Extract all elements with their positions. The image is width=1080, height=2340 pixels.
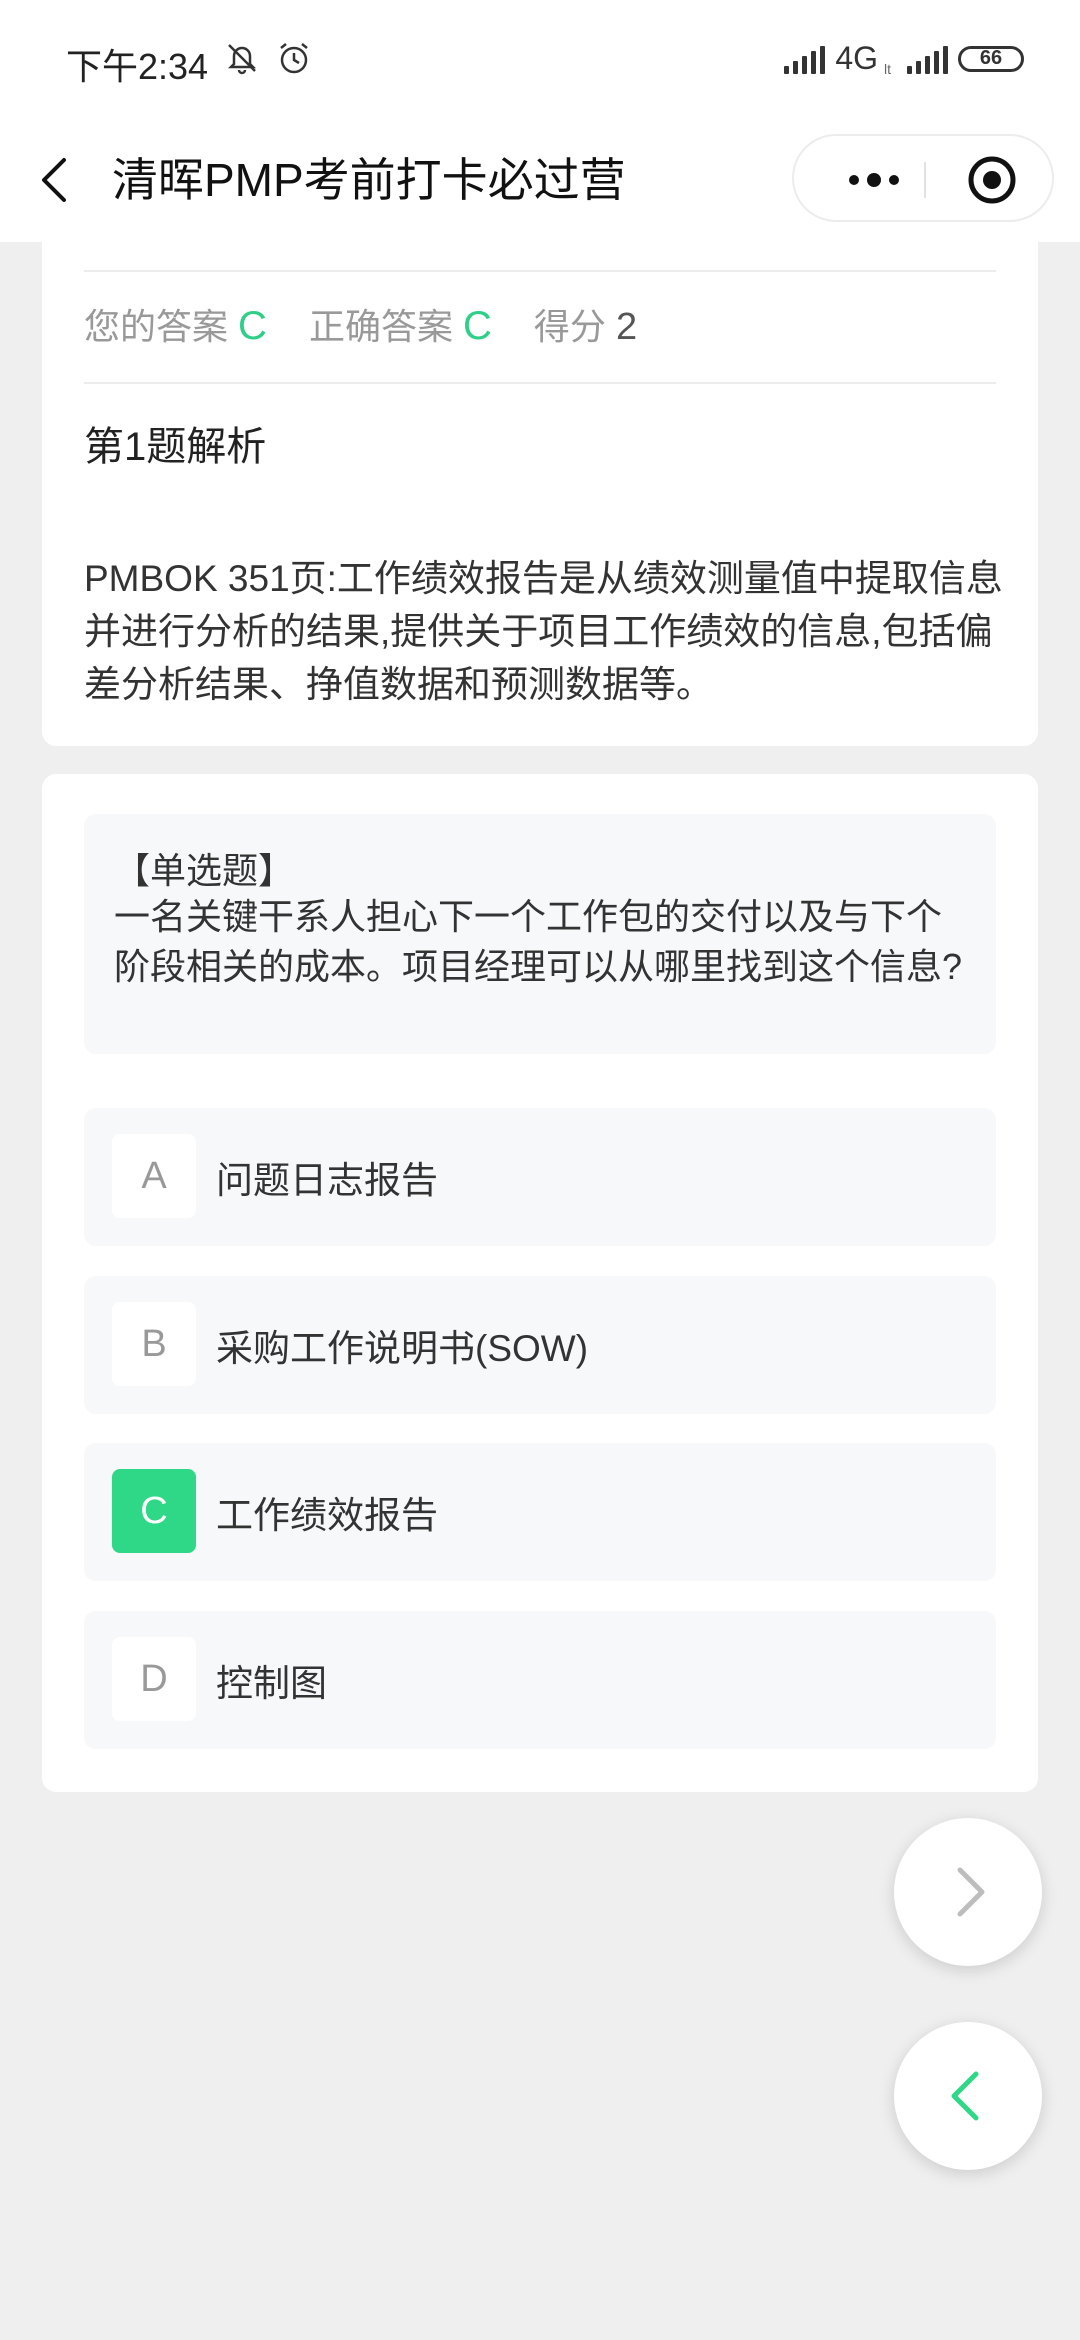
option-b[interactable]: B 采购工作说明书(SOW): [84, 1276, 996, 1414]
divider: [84, 270, 996, 272]
correct-answer-value: C: [462, 304, 492, 348]
network-type: 4G: [835, 40, 878, 76]
answer-result-row: 您的答案 C 正确答案 C 得分 2: [84, 304, 637, 349]
your-answer-label: 您的答案: [84, 306, 229, 347]
correct-answer-label: 正确答案: [308, 306, 453, 347]
option-letter-selected: C: [112, 1469, 196, 1553]
analysis-title: 第1题解析: [84, 425, 267, 469]
option-text: 采购工作说明书(SOW): [216, 1328, 589, 1369]
question-text: 一名关键干系人担心下一个工作包的交付以及与下个阶段相关的成本。项目经理可以从哪里…: [114, 896, 963, 987]
back-arrow-icon[interactable]: [30, 150, 90, 210]
question-box: 【单选题】 一名关键干系人担心下一个工作包的交付以及与下个阶段相关的成本。项目经…: [84, 814, 996, 1054]
option-c[interactable]: C 工作绩效报告: [84, 1443, 996, 1581]
close-mini-program-icon[interactable]: [966, 154, 1018, 206]
signal-icon-2: [907, 44, 948, 74]
chevron-left-icon: [951, 2071, 979, 2121]
battery-level: 66: [979, 47, 1003, 69]
status-time: 下午2:34: [66, 46, 209, 87]
analysis-card: 您的答案 C 正确答案 C 得分 2 第1题解析 PMBOK 351页:工作绩效…: [42, 242, 1038, 746]
score-value: 2: [615, 306, 638, 348]
score-label: 得分: [533, 306, 606, 347]
option-letter: B: [112, 1302, 196, 1386]
analysis-text: PMBOK 351页:工作绩效报告是从绩效测量值中提取信息并进行分析的结果,提供…: [84, 558, 1003, 705]
battery-icon: 66: [958, 45, 1024, 72]
alarm-icon: [280, 43, 308, 74]
option-text: 工作绩效报告: [216, 1495, 438, 1536]
mini-program-capsule: [792, 134, 1054, 222]
option-letter: A: [112, 1134, 196, 1218]
option-a[interactable]: A 问题日志报告: [84, 1108, 996, 1246]
network-sub: lt: [884, 61, 891, 77]
divider: [84, 382, 996, 384]
previous-question-button[interactable]: [894, 2022, 1042, 2170]
signal-icon: [784, 44, 826, 74]
nav-bar: 清晖PMP考前打卡必过营: [0, 120, 1080, 242]
capsule-divider: [924, 162, 926, 198]
option-d[interactable]: D 控制图: [84, 1611, 996, 1749]
next-question-button[interactable]: [894, 1818, 1042, 1966]
question-card: 【单选题】 一名关键干系人担心下一个工作包的交付以及与下个阶段相关的成本。项目经…: [42, 774, 1038, 1792]
mute-bell-icon: [227, 44, 257, 75]
option-text: 控制图: [216, 1663, 327, 1704]
chevron-right-icon: [957, 1867, 985, 1917]
your-answer-value: C: [238, 304, 267, 348]
status-bar: 下午2:34 4G lt 66: [0, 0, 1080, 120]
option-text: 问题日志报告: [216, 1160, 438, 1201]
option-letter: D: [112, 1637, 196, 1721]
more-options-icon[interactable]: [834, 160, 914, 200]
question-type: 【单选题】: [114, 850, 295, 891]
page-title: 清晖PMP考前打卡必过营: [112, 154, 626, 206]
